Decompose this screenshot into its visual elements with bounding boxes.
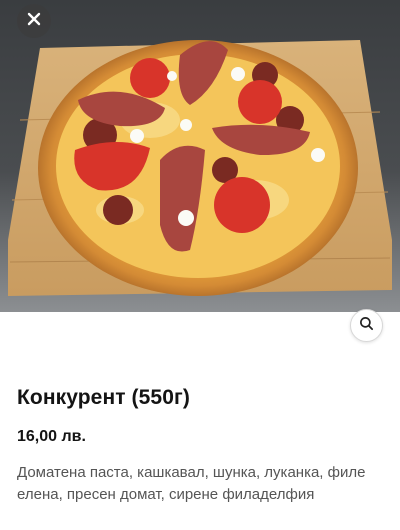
close-icon [26,11,42,32]
product-title: Конкурент (550г) [17,386,190,409]
product-price: 16,00 лв. [17,428,86,445]
product-description: Доматена паста, кашкавал, шунка, луканка… [17,464,366,503]
close-button[interactable] [17,4,51,38]
zoom-button[interactable] [350,309,383,342]
product-details: Конкурент (550г) 16,00 лв. Доматена паст… [17,384,385,506]
search-icon [359,316,374,336]
product-image [0,0,400,312]
